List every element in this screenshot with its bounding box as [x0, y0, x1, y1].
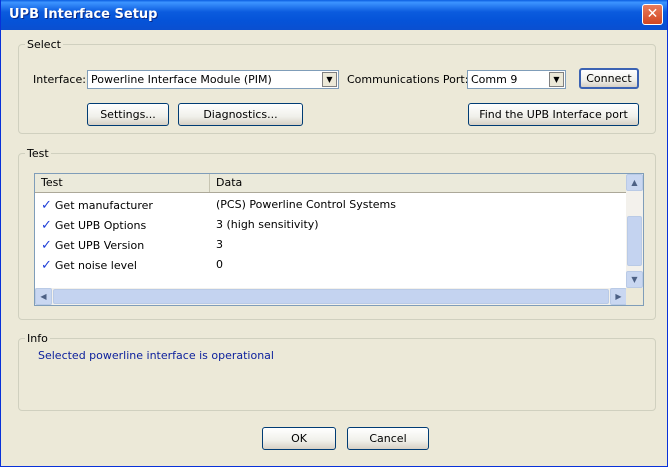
horizontal-scrollbar[interactable]: ◀ ▶ — [35, 288, 627, 305]
scroll-down-icon[interactable]: ▼ — [626, 271, 643, 288]
table-row[interactable]: ✓ Get noise level 0 — [35, 255, 627, 275]
port-dropdown[interactable]: Comm 9 ▼ — [467, 70, 566, 89]
port-label: Communications Port: — [347, 73, 469, 86]
interface-label: Interface: — [33, 73, 86, 86]
test-results-list[interactable]: Test Data ✓ Get manufacturer (PCS) Powerl… — [34, 173, 644, 306]
dialog-window: UPB Interface Setup ✕ Select Interface: … — [0, 0, 668, 467]
port-value: Comm 9 — [471, 73, 518, 86]
cancel-button[interactable]: Cancel — [347, 427, 429, 450]
checkmark-icon: ✓ — [41, 258, 52, 273]
vertical-scrollbar[interactable]: ▲ ▼ — [626, 174, 643, 288]
test-name: Get manufacturer — [54, 199, 153, 212]
find-interface-port-button[interactable]: Find the UPB Interface port — [468, 103, 639, 126]
test-name: Get noise level — [54, 259, 137, 272]
test-data: 0 — [216, 258, 223, 271]
table-row[interactable]: ✓ Get UPB Options 3 (high sensitivity) — [35, 215, 627, 235]
window-title: UPB Interface Setup — [9, 7, 158, 22]
test-data: (PCS) Powerline Control Systems — [216, 198, 396, 211]
interface-dropdown[interactable]: Powerline Interface Module (PIM) ▼ — [87, 70, 339, 89]
interface-value: Powerline Interface Module (PIM) — [91, 73, 272, 86]
close-icon[interactable]: ✕ — [642, 4, 663, 25]
test-data: 3 — [216, 238, 223, 251]
test-group-legend: Test — [27, 147, 49, 160]
list-header: Test Data — [35, 174, 627, 193]
column-header-data[interactable]: Data — [210, 174, 627, 192]
connect-button[interactable]: Connect — [579, 68, 639, 89]
checkmark-icon: ✓ — [41, 198, 52, 213]
table-row[interactable]: ✓ Get manufacturer (PCS) Powerline Contro… — [35, 195, 627, 215]
checkmark-icon: ✓ — [41, 238, 52, 253]
scroll-left-icon[interactable]: ◀ — [35, 288, 52, 305]
title-bar[interactable]: UPB Interface Setup ✕ — [1, 0, 667, 30]
table-row[interactable]: ✓ Get UPB Version 3 — [35, 235, 627, 255]
checkmark-icon: ✓ — [41, 218, 52, 233]
column-header-test[interactable]: Test — [35, 174, 210, 192]
test-data: 3 (high sensitivity) — [216, 218, 319, 231]
test-name: Get UPB Options — [54, 219, 147, 232]
select-group-legend: Select — [27, 38, 61, 51]
scrollbar-corner — [626, 288, 643, 305]
horizontal-scroll-thumb[interactable] — [53, 289, 609, 304]
scroll-up-icon[interactable]: ▲ — [626, 174, 643, 191]
status-message: Selected powerline interface is operatio… — [38, 349, 274, 362]
chevron-down-icon[interactable]: ▼ — [322, 72, 337, 87]
chevron-down-icon[interactable]: ▼ — [549, 72, 564, 87]
vertical-scroll-thumb[interactable] — [627, 216, 642, 266]
info-group: Info — [18, 332, 656, 411]
settings-button[interactable]: Settings... — [87, 103, 169, 126]
diagnostics-button[interactable]: Diagnostics... — [178, 103, 303, 126]
scroll-right-icon[interactable]: ▶ — [610, 288, 627, 305]
ok-button[interactable]: OK — [262, 427, 336, 450]
info-group-legend: Info — [27, 332, 48, 345]
test-name: Get UPB Version — [54, 239, 145, 252]
